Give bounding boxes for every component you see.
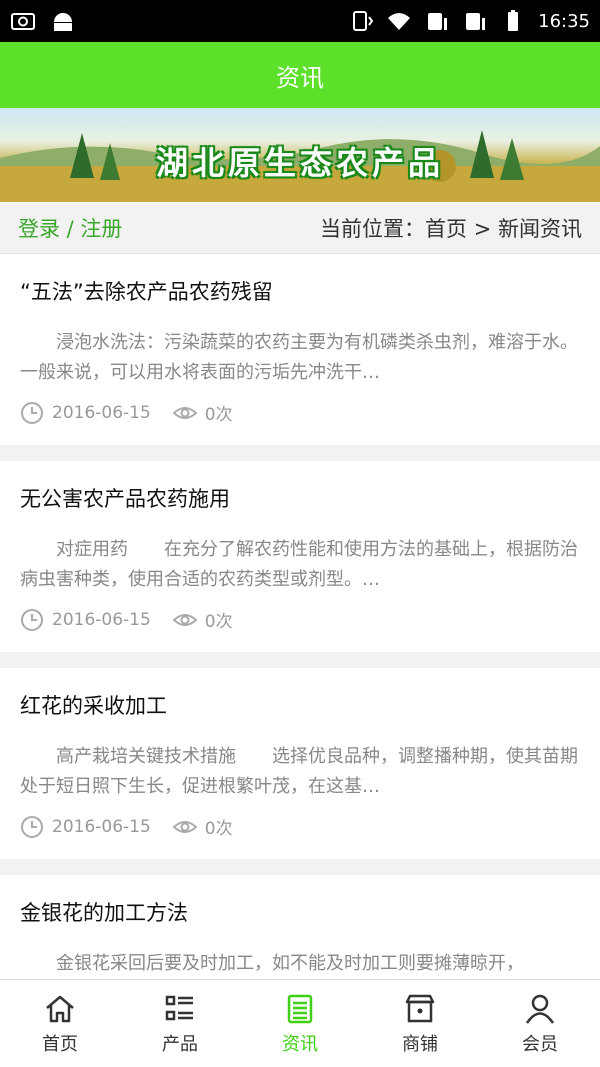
breadcrumb-bar: 登录 / 注册 当前位置：首页 > 新闻资讯 <box>0 202 600 254</box>
tab-home[interactable]: 首页 <box>0 980 120 1067</box>
article-title[interactable]: 金银花的加工方法 <box>20 897 580 927</box>
banner: 湖北原生态农产品 <box>0 108 600 202</box>
document-icon <box>287 994 313 1023</box>
article-meta: 2016-06-15 0次 <box>20 400 580 425</box>
clock-icon <box>21 401 43 424</box>
clock-icon <box>21 608 43 631</box>
article-title[interactable]: 无公害农产品农药施用 <box>20 483 580 513</box>
article-excerpt: 浸泡水洗法：污染蔬菜的农药主要为有机磷类杀虫剂，难溶于水。一般来说，可以用水将表… <box>20 332 578 383</box>
page-header: 资讯 <box>0 42 600 108</box>
bottom-tab-bar: 首页 产品 资讯 商铺 会员 <box>0 979 600 1067</box>
article-views: 0次 <box>204 612 233 632</box>
tab-news[interactable]: 资讯 <box>240 980 360 1067</box>
tab-label: 会员 <box>522 1033 558 1055</box>
article-meta: 2016-06-15 0次 <box>20 607 580 632</box>
article-title[interactable]: “五法”去除农产品农药残留 <box>20 276 580 306</box>
article-date: 2016-06-15 <box>52 816 151 837</box>
article-views: 0次 <box>204 819 233 839</box>
tab-label: 资讯 <box>282 1033 318 1055</box>
signal-icon <box>428 13 448 30</box>
tab-products[interactable]: 产品 <box>120 980 240 1067</box>
clock-icon <box>21 815 43 838</box>
article-excerpt: 高产栽培关键技术措施 选择优良品种，调整播种期，使其苗期处于短日照下生长，促进根… <box>20 746 578 797</box>
breadcrumb: 当前位置：首页 > 新闻资讯 <box>320 216 582 241</box>
tab-label: 产品 <box>162 1033 198 1055</box>
article-excerpt: 对症用药 在充分了解农药性能和使用方法的基础上，根据防治病虫害种类，使用合适的农… <box>20 539 578 590</box>
shop-icon <box>405 994 435 1022</box>
android-icon <box>54 13 72 31</box>
vibrate-icon <box>353 11 374 31</box>
eye-icon <box>172 613 197 626</box>
eye-icon <box>172 406 197 419</box>
article-views: 0次 <box>204 405 233 425</box>
article-date: 2016-06-15 <box>52 609 151 630</box>
article-card[interactable]: 无公害农产品农药施用 对症用药 在充分了解农药性能和使用方法的基础上，根据防治病… <box>0 461 600 652</box>
eye-icon <box>172 820 197 833</box>
article-excerpt: 金银花采回后要及时加工，如不能及时加工则要摊薄晾开， <box>56 953 524 974</box>
article-card[interactable]: 红花的采收加工 高产栽培关键技术措施 选择优良品种，调整播种期，使其苗期处于短日… <box>0 668 600 859</box>
screenshot-icon <box>11 13 35 30</box>
article-date: 2016-06-15 <box>52 402 151 423</box>
page-title: 资讯 <box>276 63 324 92</box>
signal-icon-2 <box>466 13 486 30</box>
status-bar: 16:35 <box>0 0 600 42</box>
banner-title: 湖北原生态农产品 <box>155 144 444 182</box>
user-icon <box>525 994 555 1024</box>
tab-label: 商铺 <box>402 1033 438 1055</box>
login-register-link[interactable]: 登录 / 注册 <box>18 213 122 243</box>
status-time: 16:35 <box>538 10 590 32</box>
article-meta: 2016-06-15 0次 <box>20 814 580 839</box>
wifi-icon <box>388 13 411 30</box>
article-card[interactable]: “五法”去除农产品农药残留 浸泡水洗法：污染蔬菜的农药主要为有机磷类杀虫剂，难溶… <box>0 254 600 445</box>
article-list: “五法”去除农产品农药残留 浸泡水洗法：污染蔬菜的农药主要为有机磷类杀虫剂，难溶… <box>0 254 600 1011</box>
article-title[interactable]: 红花的采收加工 <box>20 690 580 720</box>
tab-label: 首页 <box>42 1033 78 1055</box>
list-icon <box>165 995 193 1020</box>
tab-member[interactable]: 会员 <box>480 980 600 1067</box>
home-icon <box>46 995 74 1022</box>
battery-icon <box>508 10 519 31</box>
tab-shop[interactable]: 商铺 <box>360 980 480 1067</box>
